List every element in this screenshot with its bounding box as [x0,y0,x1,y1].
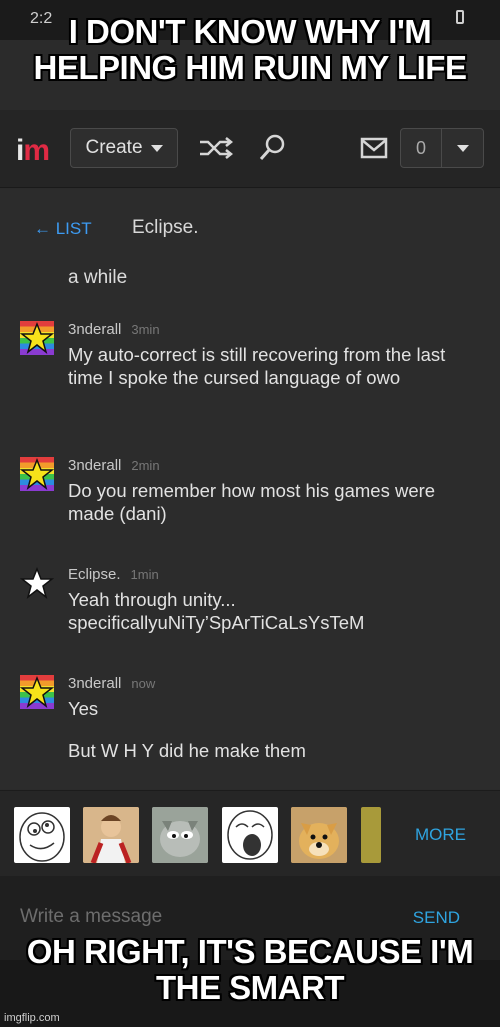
message-text: Yes [68,698,99,719]
user-avatar[interactable] [19,321,55,355]
user-avatar[interactable] [19,566,55,600]
back-to-list-link[interactable]: ← LIST [34,219,92,239]
message-username: 3nderall [68,457,122,474]
user-avatar[interactable] [19,457,55,491]
message-meta: 3nderall 3min [68,321,160,338]
imgflip-watermark: imgflip.com [4,1012,60,1024]
message-meta: 3nderall now [68,675,155,692]
message-time: now [131,676,156,691]
previous-message-text: a while [68,267,128,288]
doge-thumbnail[interactable] [291,807,347,863]
partial-image-thumbnail[interactable] [361,807,381,863]
tom-cat-thumbnail[interactable] [152,807,208,863]
send-button[interactable]: SEND [413,908,460,928]
message-meta: 3nderall 2min [68,457,160,474]
message-text: But W H Y did he make them [68,740,306,761]
notification-counter[interactable]: 0 [400,128,484,168]
shuffle-icon[interactable] [196,132,236,164]
meme-bottom-caption: OH RIGHT, IT'S BECAUSE I'M THE SMART [26,933,474,1006]
message-time: 2min [131,458,160,473]
message-username: 3nderall [68,675,122,692]
buddy-christ-thumbnail[interactable] [83,807,139,863]
reaction-image-tray: MORE [0,790,500,876]
lol-face-thumbnail[interactable] [222,807,278,863]
chat-panel: ← LIST Eclipse. a while 3nderall 3min My … [0,189,500,789]
message-meta: Eclipse. 1min [68,566,159,583]
message-text: Yeah through unity... specificallyuNiTy’… [68,589,365,633]
search-icon[interactable] [252,132,292,164]
create-button-label: Create [85,137,143,158]
chevron-down-icon [150,144,163,152]
message-time: 1min [130,567,159,582]
message-username: 3nderall [68,321,122,338]
message-input[interactable]: Write a message [20,906,162,928]
message-username: Eclipse. [68,566,121,583]
meme-top-caption: I DON'T KNOW WHY I'M HELPING HIM RUIN MY… [33,13,467,86]
notification-count: 0 [401,129,443,167]
top-navbar: im Create 0 [0,110,500,188]
chevron-down-icon[interactable] [442,129,483,167]
mail-icon[interactable] [354,132,394,164]
derp-face-thumbnail[interactable] [14,807,70,863]
message-text: Do you remember how most his games were … [68,480,436,524]
chat-title: Eclipse. [132,217,199,238]
more-images-link[interactable]: MORE [415,825,466,845]
message-text: My auto-correct is still recovering from… [68,344,446,388]
imgflip-logo[interactable]: im [16,134,50,168]
message-time: 3min [131,322,160,337]
create-button[interactable]: Create [70,128,178,168]
user-avatar[interactable] [19,675,55,709]
